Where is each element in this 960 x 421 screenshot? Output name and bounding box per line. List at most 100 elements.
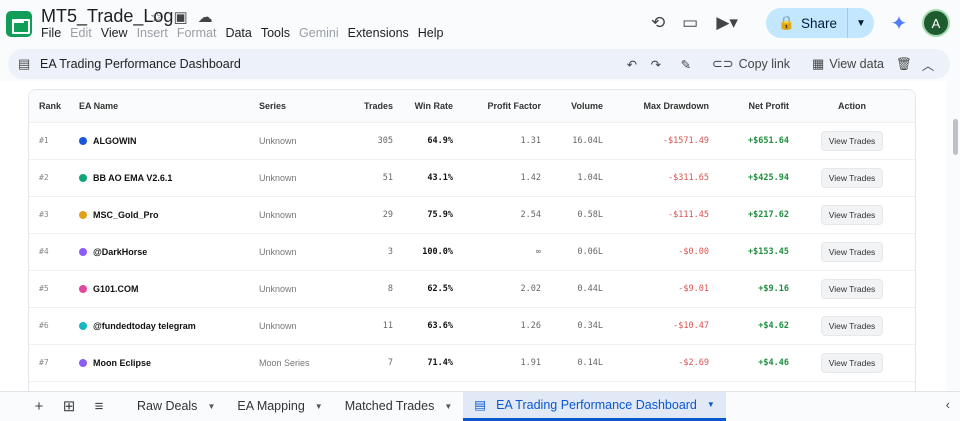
- menu-item-insert[interactable]: Insert: [137, 26, 168, 40]
- version-history-icon[interactable]: ⟲: [642, 7, 674, 39]
- volume-cell: 1.04L: [541, 159, 603, 197]
- tab-menu-chevron-icon[interactable]: ▼: [315, 402, 323, 411]
- redo-button[interactable]: ↷: [644, 54, 668, 74]
- scrollbar-thumb[interactable]: [953, 119, 958, 155]
- move-folder-icon[interactable]: ▣: [173, 8, 187, 26]
- view-trades-button[interactable]: View Trades: [820, 278, 884, 299]
- tab-menu-chevron-icon[interactable]: ▼: [207, 402, 215, 411]
- view-trades-button[interactable]: View Trades: [820, 130, 884, 151]
- action-cell: View Trades: [789, 159, 915, 197]
- series-color-dot: [79, 210, 87, 219]
- title-actions: ☆ ▣ ☁: [150, 8, 213, 26]
- view-trades-button[interactable]: View Trades: [820, 167, 884, 188]
- account-avatar[interactable]: A: [922, 9, 950, 37]
- add-sheet-icon[interactable]: +: [24, 398, 54, 415]
- view-data-button[interactable]: ▦ View data: [804, 54, 892, 74]
- col-profit-factor[interactable]: Profit Factor: [453, 90, 541, 123]
- scroll-tabs-left-icon[interactable]: ‹: [946, 397, 950, 412]
- action-cell: View Trades: [789, 196, 915, 234]
- pencil-icon: ✎: [680, 57, 692, 72]
- edit-button[interactable]: ✎: [674, 54, 698, 74]
- sheet-canvas: Rank EA Name Series Trades Win Rate Prof…: [0, 81, 946, 399]
- view-trades-button[interactable]: View Trades: [820, 315, 884, 336]
- col-series[interactable]: Series: [259, 90, 349, 123]
- action-cell: View Trades: [789, 307, 915, 345]
- redo-icon: ↷: [650, 57, 662, 72]
- ea-name-cell: @fundedtoday telegram: [79, 307, 259, 345]
- sheet-tab[interactable]: Matched Trades ▼: [334, 392, 464, 421]
- max-drawdown-cell: -$9.01: [603, 270, 709, 308]
- view-trades-button[interactable]: View Trades: [820, 352, 884, 373]
- action-cell: View Trades: [789, 270, 915, 308]
- series-color-dot: [79, 247, 87, 256]
- menu-item-view[interactable]: View: [101, 26, 128, 40]
- ea-name-cell: @DarkHorse: [79, 233, 259, 271]
- collapse-button[interactable]: ︿: [916, 54, 940, 74]
- all-sheets-icon[interactable]: ⊞: [54, 397, 84, 415]
- rank-cell: #1: [29, 122, 79, 160]
- dashboard-icon: ▤: [18, 56, 31, 71]
- sheet-tab[interactable]: Raw Deals ▼: [126, 392, 226, 421]
- tab-menu-chevron-icon[interactable]: ▼: [707, 400, 715, 409]
- delete-button[interactable]: 🗑: [892, 54, 916, 74]
- share-button[interactable]: 🔒 Share ▼: [766, 8, 874, 38]
- star-icon[interactable]: ☆: [150, 8, 163, 26]
- series-color-dot: [79, 136, 87, 145]
- menu-bar: File Edit View Insert Format Data Tools Gemini E…: [41, 26, 453, 40]
- menu-item-edit[interactable]: Edit: [70, 26, 92, 40]
- profit-factor-cell: 2.54: [453, 196, 541, 234]
- undo-button[interactable]: ↶: [620, 54, 644, 74]
- col-rank[interactable]: Rank: [29, 90, 79, 123]
- trades-cell: 29: [349, 196, 393, 234]
- sheet-list-icon[interactable]: ≡: [84, 398, 114, 415]
- col-net-profit[interactable]: Net Profit: [709, 90, 789, 123]
- cloud-status-icon[interactable]: ☁: [198, 8, 213, 26]
- trades-cell: 11: [349, 307, 393, 345]
- menu-item-extensions[interactable]: Extensions: [348, 26, 409, 40]
- menu-item-help[interactable]: Help: [418, 26, 444, 40]
- gemini-sparkle-icon[interactable]: ✦: [884, 8, 914, 38]
- col-volume[interactable]: Volume: [541, 90, 603, 123]
- col-max-drawdown[interactable]: Max Drawdown: [603, 90, 709, 123]
- ea-name-text: G101.COM: [93, 283, 139, 294]
- series-cell: Moon Series: [259, 344, 349, 382]
- menu-item-data[interactable]: Data: [225, 26, 251, 40]
- profit-factor-cell: 1.31: [453, 122, 541, 160]
- vertical-scrollbar[interactable]: [950, 81, 960, 391]
- table-row: #7 Moon Eclipse Moon Series 7 71.4% 1.91 0.14L…: [29, 344, 915, 382]
- copy-link-button[interactable]: ⊂⊃ Copy link: [704, 54, 798, 74]
- ea-name-cell: Moon Eclipse: [79, 344, 259, 382]
- chevron-up-icon: ︿: [921, 58, 935, 73]
- profit-factor-cell: 2.02: [453, 270, 541, 308]
- meet-icon[interactable]: ▶▾: [706, 7, 748, 39]
- tab-menu-chevron-icon[interactable]: ▼: [444, 402, 452, 411]
- menu-item-format[interactable]: Format: [177, 26, 217, 40]
- comments-icon[interactable]: ▭: [674, 7, 706, 39]
- view-data-label: View data: [829, 57, 884, 71]
- view-trades-button[interactable]: View Trades: [820, 241, 884, 262]
- menu-item-tools[interactable]: Tools: [261, 26, 290, 40]
- performance-table-card: Rank EA Name Series Trades Win Rate Prof…: [28, 89, 916, 399]
- col-ea-name[interactable]: EA Name: [79, 90, 259, 123]
- win-rate-cell: 62.5%: [393, 270, 453, 308]
- col-action: Action: [789, 90, 915, 123]
- sheet-tab[interactable]: EA Mapping ▼: [226, 392, 333, 421]
- dashboard-tools: ↶ ↷ ✎ ⊂⊃ Copy link ▦ View data 🗑 ︿: [620, 54, 940, 74]
- sheet-tab-label: Raw Deals: [137, 399, 198, 413]
- col-win-rate[interactable]: Win Rate: [393, 90, 453, 123]
- view-trades-button[interactable]: View Trades: [820, 204, 884, 225]
- profit-factor-cell: 1.26: [453, 307, 541, 345]
- sheets-logo-icon[interactable]: [6, 11, 32, 37]
- series-cell: Unknown: [259, 196, 349, 234]
- share-label: Share: [800, 15, 837, 31]
- trades-cell: 305: [349, 122, 393, 160]
- win-rate-cell: 71.4%: [393, 344, 453, 382]
- sheet-tab-label: Matched Trades: [344, 399, 435, 413]
- series-color-dot: [79, 284, 87, 293]
- win-rate-cell: 100.0%: [393, 233, 453, 271]
- menu-item-gemini[interactable]: Gemini: [299, 26, 339, 40]
- col-trades[interactable]: Trades: [349, 90, 393, 123]
- share-dropdown-chevron-icon[interactable]: ▼: [848, 18, 874, 29]
- sheet-tab[interactable]: ▤ EA Trading Performance Dashboard ▼: [463, 391, 726, 421]
- menu-item-file[interactable]: File: [41, 26, 61, 40]
